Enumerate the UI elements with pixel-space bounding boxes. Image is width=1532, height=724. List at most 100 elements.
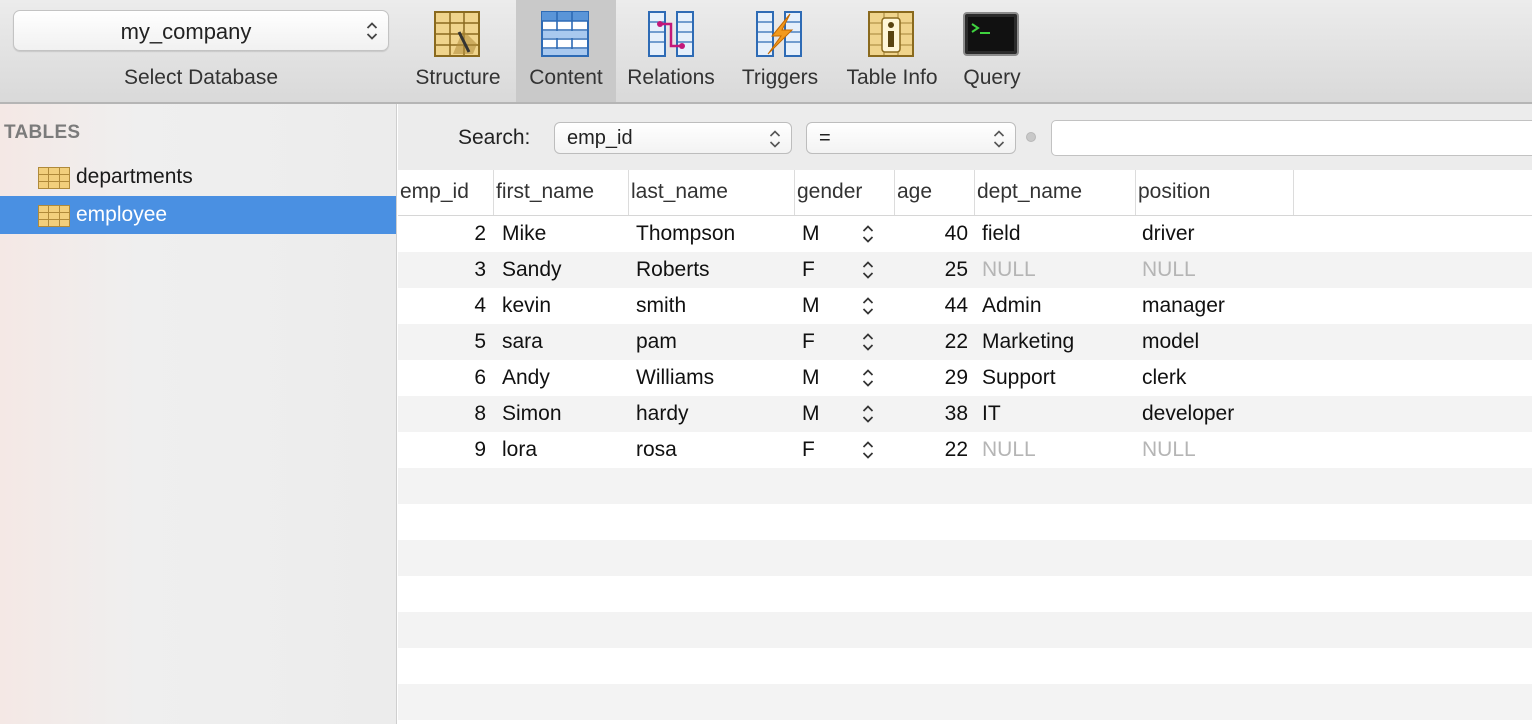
sidebar-item-employee[interactable]: employee: [0, 196, 396, 234]
cell-dept-name[interactable]: field: [982, 216, 1132, 252]
up-down-chevron-icon: [366, 21, 378, 41]
relations-button[interactable]: Relations: [620, 0, 722, 102]
cell-gender[interactable]: M: [802, 360, 842, 396]
column-header-first-name[interactable]: first_name: [494, 170, 629, 215]
cell-emp-id[interactable]: 6: [398, 360, 486, 396]
cell-dept-name[interactable]: NULL: [982, 252, 1132, 288]
gender-enum-chevron-icon[interactable]: [862, 296, 874, 316]
up-down-chevron-icon: [993, 129, 1005, 149]
cell-last-name[interactable]: pam: [636, 324, 786, 360]
cell-gender[interactable]: F: [802, 252, 842, 288]
triggers-button[interactable]: Triggers: [730, 0, 830, 102]
cell-last-name[interactable]: hardy: [636, 396, 786, 432]
table-row[interactable]: 3 Sandy Roberts F 25 NULL NULL: [398, 252, 1532, 288]
column-header-dept-name[interactable]: dept_name: [975, 170, 1136, 215]
cell-dept-name[interactable]: Admin: [982, 288, 1132, 324]
gender-enum-chevron-icon[interactable]: [862, 404, 874, 424]
cell-emp-id[interactable]: 9: [398, 432, 486, 468]
cell-first-name[interactable]: Simon: [502, 396, 622, 432]
cell-first-name[interactable]: Andy: [502, 360, 622, 396]
cell-position[interactable]: clerk: [1142, 360, 1292, 396]
cell-last-name[interactable]: Williams: [636, 360, 786, 396]
cell-position[interactable]: model: [1142, 324, 1292, 360]
cell-last-name[interactable]: Thompson: [636, 216, 786, 252]
cell-last-name[interactable]: Roberts: [636, 252, 786, 288]
cell-gender[interactable]: M: [802, 288, 842, 324]
search-label: Search:: [458, 126, 531, 149]
table-row[interactable]: 4 kevin smith M 44 Admin manager: [398, 288, 1532, 324]
table-icon: [38, 167, 70, 189]
cell-first-name[interactable]: lora: [502, 432, 622, 468]
query-label: Query: [963, 66, 1021, 89]
empty-row: [398, 576, 1532, 612]
cell-emp-id[interactable]: 3: [398, 252, 486, 288]
gender-enum-chevron-icon[interactable]: [862, 332, 874, 352]
column-header-age[interactable]: age: [895, 170, 975, 215]
cell-age[interactable]: 40: [896, 216, 968, 252]
gender-enum-chevron-icon[interactable]: [862, 260, 874, 280]
cell-first-name[interactable]: Mike: [502, 216, 622, 252]
cell-dept-name[interactable]: IT: [982, 396, 1132, 432]
table-row[interactable]: 2 Mike Thompson M 40 field driver: [398, 216, 1532, 252]
content-button[interactable]: Content: [516, 0, 616, 102]
gender-enum-chevron-icon[interactable]: [862, 440, 874, 460]
cell-dept-name[interactable]: Marketing: [982, 324, 1132, 360]
cell-position[interactable]: manager: [1142, 288, 1292, 324]
cell-emp-id[interactable]: 8: [398, 396, 486, 432]
column-header-position[interactable]: position: [1136, 170, 1294, 215]
table-info-button[interactable]: Table Info: [838, 0, 946, 102]
cell-age[interactable]: 44: [896, 288, 968, 324]
cell-first-name[interactable]: kevin: [502, 288, 622, 324]
search-value-input[interactable]: [1051, 120, 1532, 156]
table-row[interactable]: 9 lora rosa F 22 NULL NULL: [398, 432, 1532, 468]
column-header-gender[interactable]: gender: [795, 170, 895, 215]
cell-emp-id[interactable]: 4: [398, 288, 486, 324]
cell-gender[interactable]: F: [802, 432, 842, 468]
cell-position[interactable]: NULL: [1142, 252, 1292, 288]
select-database-caption: Select Database: [123, 66, 279, 89]
search-field-select[interactable]: emp_id: [554, 122, 792, 154]
cell-position[interactable]: NULL: [1142, 432, 1292, 468]
cell-last-name[interactable]: rosa: [636, 432, 786, 468]
cell-last-name[interactable]: smith: [636, 288, 786, 324]
table-row[interactable]: 5 sara pam F 22 Marketing model: [398, 324, 1532, 360]
table-header: emp_id first_name last_name gender age d…: [398, 170, 1532, 216]
cell-age[interactable]: 38: [896, 396, 968, 432]
cell-dept-name[interactable]: Support: [982, 360, 1132, 396]
table-row[interactable]: 6 Andy Williams M 29 Support clerk: [398, 360, 1532, 396]
up-down-chevron-icon: [769, 129, 781, 149]
gender-enum-chevron-icon[interactable]: [862, 224, 874, 244]
cell-emp-id[interactable]: 2: [398, 216, 486, 252]
query-button[interactable]: Query: [950, 0, 1034, 102]
table-info-icon: [867, 10, 917, 58]
search-bar: Search: emp_id =: [398, 104, 1532, 170]
database-select[interactable]: my_company: [13, 10, 389, 51]
content-label: Content: [529, 66, 603, 89]
cell-first-name[interactable]: sara: [502, 324, 622, 360]
table-row[interactable]: 8 Simon hardy M 38 IT developer: [398, 396, 1532, 432]
toolbar: my_company Select Database Structure Con…: [0, 0, 1532, 104]
column-header-emp-id[interactable]: emp_id: [398, 170, 494, 215]
query-icon: [962, 10, 1020, 58]
cell-first-name[interactable]: Sandy: [502, 252, 622, 288]
sidebar-item-departments[interactable]: departments: [0, 158, 396, 196]
cell-gender[interactable]: M: [802, 216, 842, 252]
cell-age[interactable]: 22: [896, 432, 968, 468]
cell-gender[interactable]: F: [802, 324, 842, 360]
cell-age[interactable]: 29: [896, 360, 968, 396]
status-dot-icon: [1026, 132, 1036, 142]
cell-age[interactable]: 25: [896, 252, 968, 288]
cell-position[interactable]: developer: [1142, 396, 1292, 432]
cell-gender[interactable]: M: [802, 396, 842, 432]
structure-button[interactable]: Structure: [404, 0, 512, 102]
search-operator-select[interactable]: =: [806, 122, 1016, 154]
table-name: departments: [76, 165, 193, 188]
cell-dept-name[interactable]: NULL: [982, 432, 1132, 468]
table-info-label: Table Info: [846, 66, 938, 89]
column-header-last-name[interactable]: last_name: [629, 170, 795, 215]
cell-position[interactable]: driver: [1142, 216, 1292, 252]
table-name: employee: [76, 203, 168, 226]
gender-enum-chevron-icon[interactable]: [862, 368, 874, 388]
cell-age[interactable]: 22: [896, 324, 968, 360]
cell-emp-id[interactable]: 5: [398, 324, 486, 360]
